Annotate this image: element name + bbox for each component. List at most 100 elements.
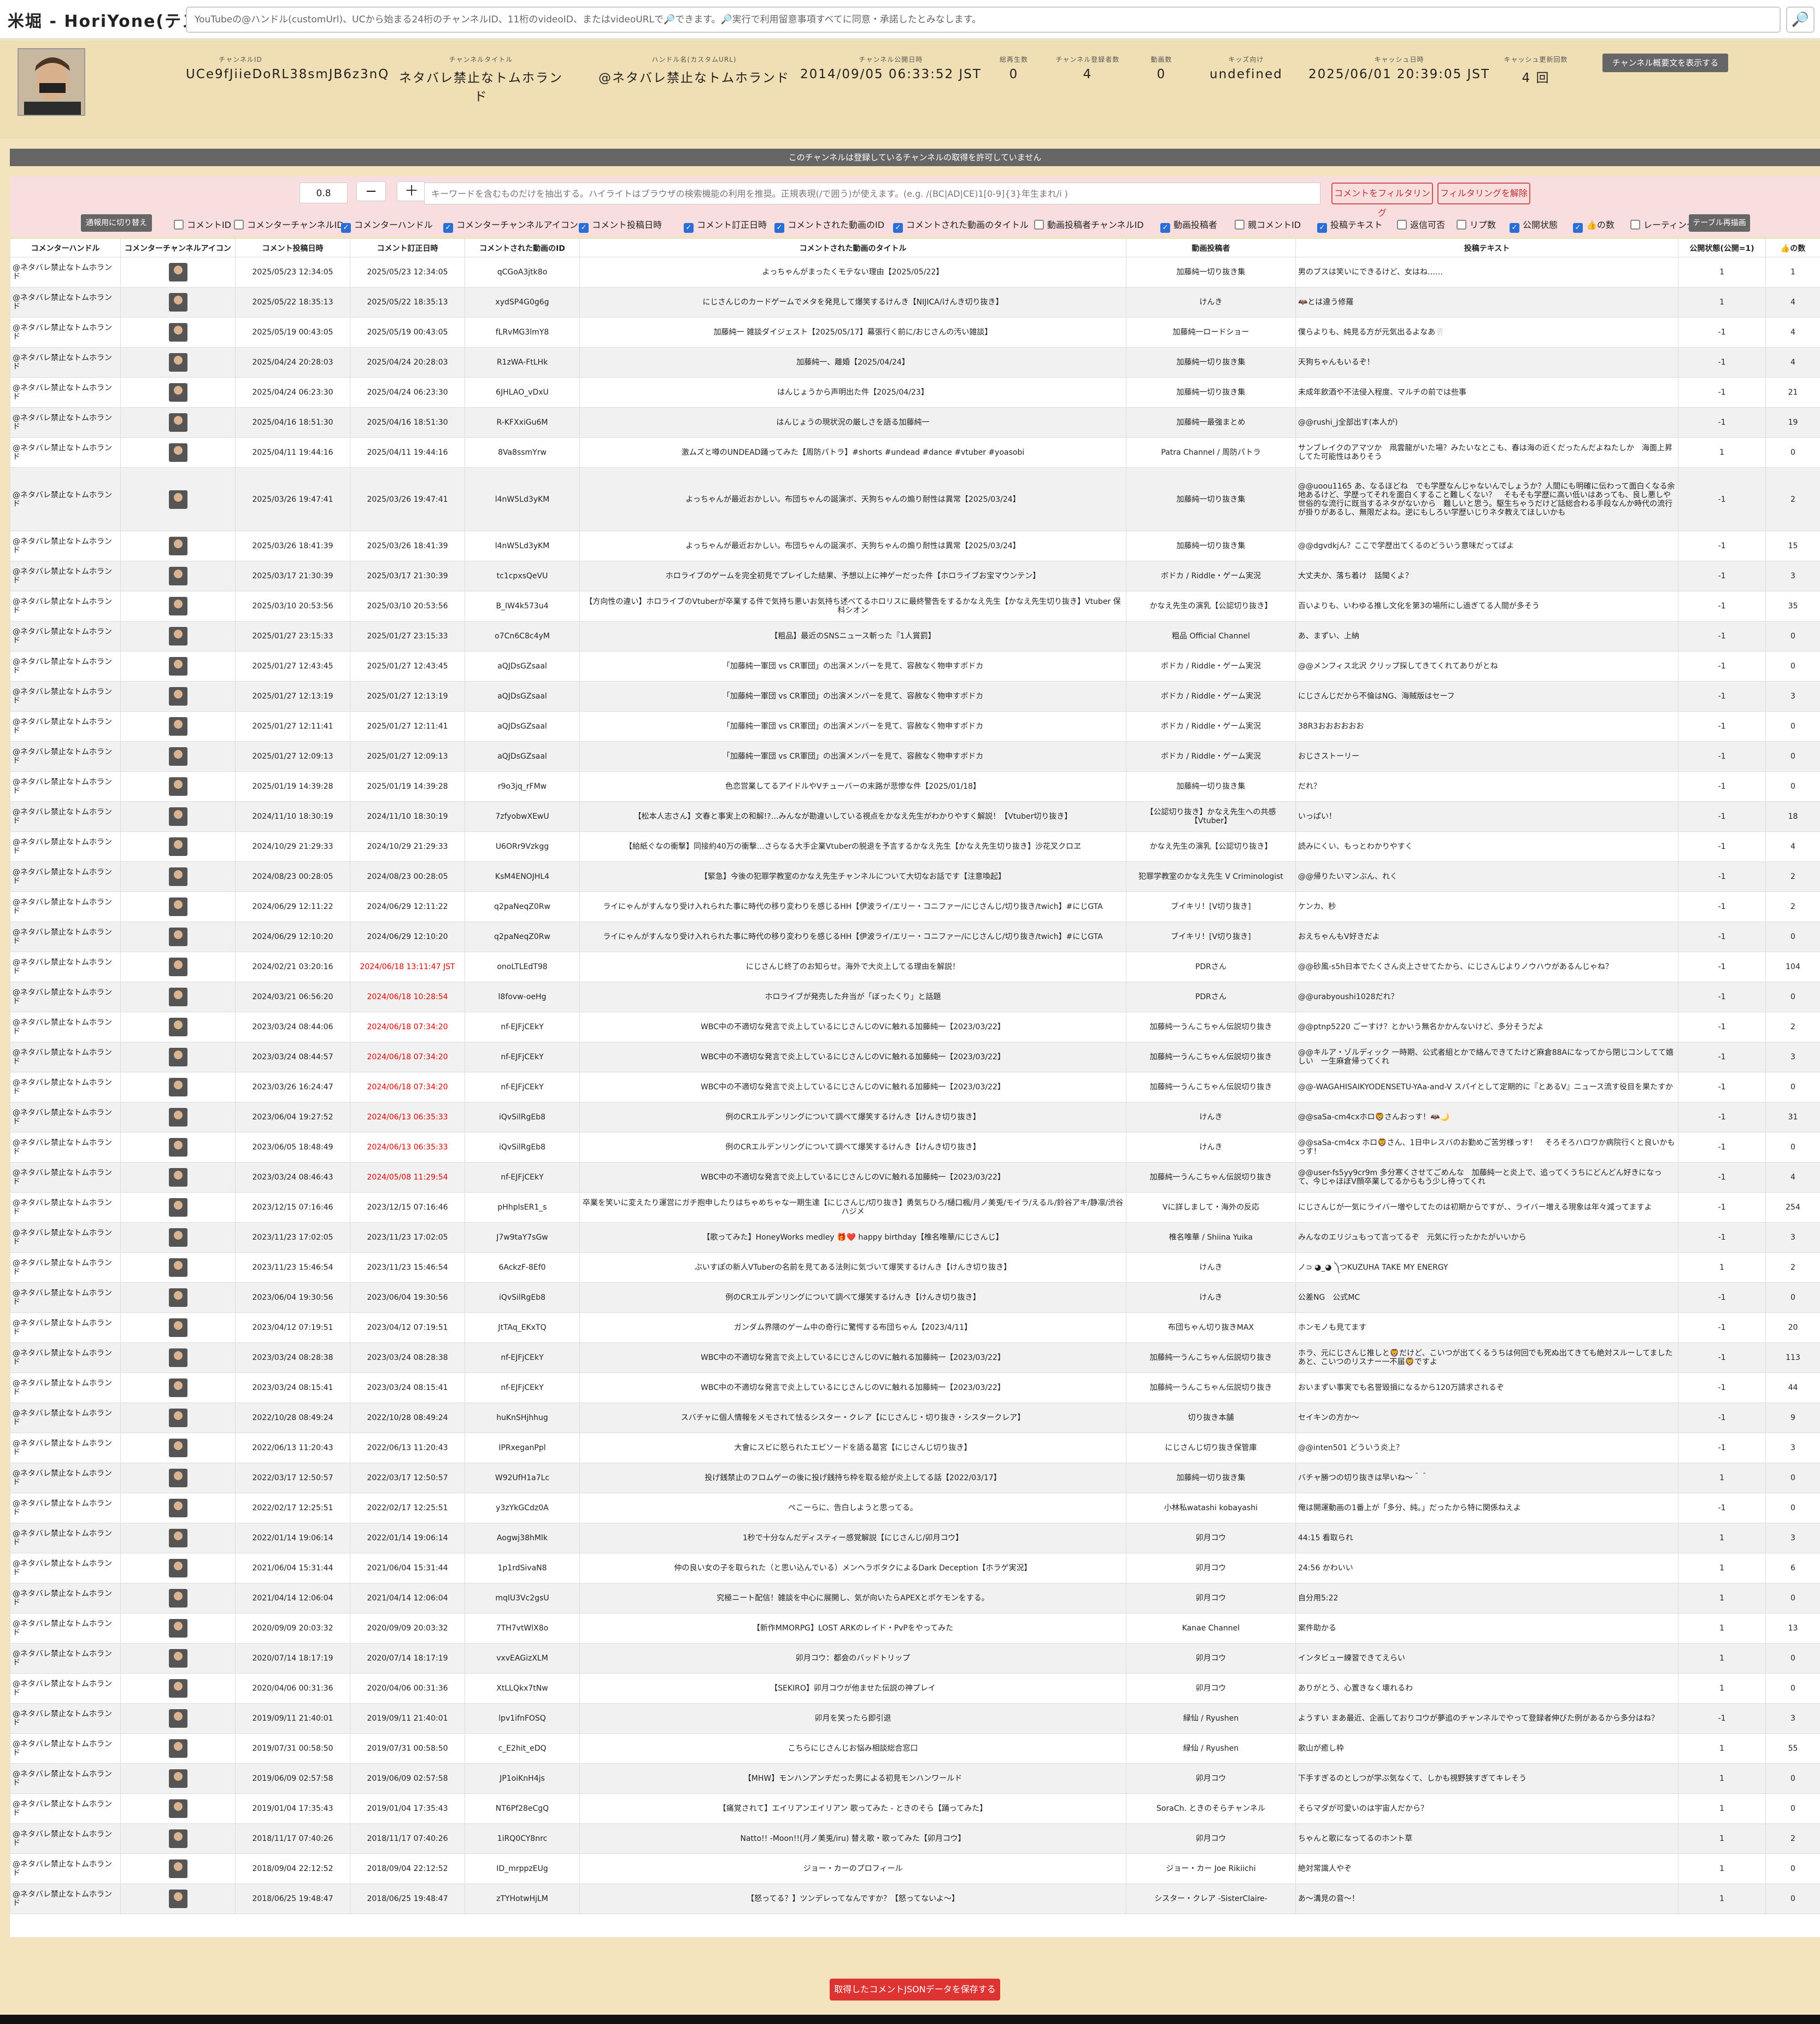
table-row[interactable]: @ネタバレ禁止なトムホランド 2025/01/27 23:15:33 2025/01… bbox=[10, 621, 1820, 652]
commenter-avatar-icon[interactable] bbox=[168, 1378, 187, 1397]
commenter-avatar-icon[interactable] bbox=[168, 1890, 187, 1908]
comment-table-wrap[interactable]: コメンターハンドル コメンターチャンネルアイコン コメント投稿日時 コメント訂正日時コ… bbox=[10, 238, 1820, 1937]
commenter-avatar-icon[interactable] bbox=[168, 490, 187, 509]
table-row[interactable]: @ネタバレ禁止なトムホランド 2023/06/04 19:30:56 2023/06… bbox=[10, 1282, 1820, 1313]
commenter-avatar-icon[interactable] bbox=[168, 537, 187, 555]
commenter-avatar-icon[interactable] bbox=[168, 657, 187, 676]
commenter-avatar-icon[interactable] bbox=[168, 807, 187, 826]
checkbox-empty-icon[interactable] bbox=[1457, 220, 1466, 230]
table-row[interactable]: @ネタバレ禁止なトムホランド 2025/03/17 21:30:39 2025/03… bbox=[10, 561, 1820, 591]
column-toggle-checkbox[interactable]: コメントID bbox=[174, 218, 231, 231]
table-row[interactable]: @ネタバレ禁止なトムホランド 2018/09/04 22:12:52 2018/09… bbox=[10, 1853, 1820, 1884]
column-toggle-checkbox[interactable]: 動画投稿者チャンネルID bbox=[1034, 218, 1144, 231]
checkbox-checked-icon[interactable]: ✓ bbox=[1510, 223, 1519, 233]
checkbox-checked-icon[interactable]: ✓ bbox=[443, 223, 453, 233]
commenter-avatar-icon[interactable] bbox=[168, 627, 187, 646]
commenter-avatar-icon[interactable] bbox=[168, 1288, 187, 1307]
table-row[interactable]: @ネタバレ禁止なトムホランド 2022/10/28 08:49:24 2022/10… bbox=[10, 1403, 1820, 1433]
checkbox-empty-icon[interactable] bbox=[174, 220, 184, 230]
table-row[interactable]: @ネタバレ禁止なトムホランド 2025/04/11 19:44:16 2025/04… bbox=[10, 437, 1820, 468]
commenter-avatar-icon[interactable] bbox=[168, 777, 187, 796]
table-row[interactable]: @ネタバレ禁止なトムホランド 2023/03/26 16:24:47 2024/06… bbox=[10, 1072, 1820, 1102]
table-row[interactable]: @ネタバレ禁止なトムホランド 2023/06/04 19:27:52 2024/06… bbox=[10, 1102, 1820, 1133]
commenter-avatar-icon[interactable] bbox=[168, 383, 187, 402]
table-row[interactable]: @ネタバレ禁止なトムホランド 2025/01/27 12:13:19 2025/01… bbox=[10, 681, 1820, 712]
column-toggle-checkbox[interactable]: ✓ 👍の数 bbox=[1573, 218, 1614, 233]
table-row[interactable]: @ネタバレ禁止なトムホランド 2022/01/14 19:06:14 2022/01… bbox=[10, 1523, 1820, 1553]
column-toggle-checkbox[interactable]: ✓ コメンターハンドル bbox=[341, 218, 433, 233]
table-row[interactable]: @ネタバレ禁止なトムホランド 2025/01/27 12:11:41 2025/01… bbox=[10, 711, 1820, 742]
column-header[interactable]: 投稿テキスト bbox=[1295, 238, 1678, 257]
commenter-avatar-icon[interactable] bbox=[168, 1529, 187, 1547]
table-row[interactable]: @ネタバレ禁止なトムホランド 2018/11/17 07:40:26 2018/11… bbox=[10, 1823, 1820, 1854]
commenter-avatar-icon[interactable] bbox=[168, 1018, 187, 1036]
column-toggle-checkbox[interactable]: リプ数 bbox=[1457, 218, 1496, 231]
commenter-avatar-icon[interactable] bbox=[168, 1108, 187, 1127]
table-row[interactable]: @ネタバレ禁止なトムホランド 2025/04/16 18:51:30 2025/04… bbox=[10, 407, 1820, 438]
table-row[interactable]: @ネタバレ禁止なトムホランド 2021/04/14 12:06:04 2021/04… bbox=[10, 1583, 1820, 1614]
zoom-in-button[interactable]: ＋ bbox=[397, 181, 426, 201]
commenter-avatar-icon[interactable] bbox=[168, 1769, 187, 1788]
redraw-table-button[interactable]: テーブル再描画 bbox=[1689, 214, 1750, 232]
search-button[interactable]: 🔎 bbox=[1786, 7, 1815, 33]
commenter-avatar-icon[interactable] bbox=[168, 1348, 187, 1367]
commenter-avatar-icon[interactable] bbox=[168, 988, 187, 1006]
commenter-avatar-icon[interactable] bbox=[168, 1138, 187, 1157]
table-row[interactable]: @ネタバレ禁止なトムホランド 2023/04/12 07:19:51 2023/04… bbox=[10, 1312, 1820, 1343]
checkbox-checked-icon[interactable]: ✓ bbox=[1160, 223, 1170, 233]
table-row[interactable]: @ネタバレ禁止なトムホランド 2025/05/19 00:43:05 2025/05… bbox=[10, 317, 1820, 348]
table-row[interactable]: @ネタバレ禁止なトムホランド 2024/03/21 06:56:20 2024/06… bbox=[10, 982, 1820, 1012]
table-row[interactable]: @ネタバレ禁止なトムホランド 2020/07/14 18:17:19 2020/07… bbox=[10, 1643, 1820, 1674]
table-row[interactable]: @ネタバレ禁止なトムホランド 2024/02/21 03:20:16 2024/06… bbox=[10, 952, 1820, 982]
column-header[interactable]: 公開状態(公開=1) bbox=[1678, 238, 1766, 257]
table-row[interactable]: @ネタバレ禁止なトムホランド 2023/11/23 15:46:54 2023/11… bbox=[10, 1252, 1820, 1283]
commenter-avatar-icon[interactable] bbox=[168, 1859, 187, 1878]
zoom-input[interactable]: 0.8 bbox=[300, 183, 348, 203]
commenter-avatar-icon[interactable] bbox=[168, 1318, 187, 1337]
table-row[interactable]: @ネタバレ禁止なトムホランド 2021/06/04 15:31:44 2021/06… bbox=[10, 1553, 1820, 1583]
commenter-avatar-icon[interactable] bbox=[168, 747, 187, 766]
table-row[interactable]: @ネタバレ禁止なトムホランド 2024/06/29 12:11:22 2024/06… bbox=[10, 891, 1820, 922]
commenter-avatar-icon[interactable] bbox=[168, 928, 187, 946]
table-row[interactable]: @ネタバレ禁止なトムホランド 2023/12/15 07:16:46 2023/12… bbox=[10, 1192, 1820, 1223]
commenter-avatar-icon[interactable] bbox=[168, 597, 187, 615]
filter-button[interactable]: コメントをフィルタリング bbox=[1331, 183, 1433, 218]
table-row[interactable]: @ネタバレ禁止なトムホランド 2019/09/11 21:40:01 2019/09… bbox=[10, 1703, 1820, 1734]
commenter-avatar-icon[interactable] bbox=[168, 413, 187, 432]
table-row[interactable]: @ネタバレ禁止なトムホランド 2024/06/29 12:10:20 2024/06… bbox=[10, 922, 1820, 952]
commenter-avatar-icon[interactable] bbox=[168, 1198, 187, 1217]
table-row[interactable]: @ネタバレ禁止なトムホランド 2022/03/17 12:50:57 2022/03… bbox=[10, 1463, 1820, 1493]
column-header[interactable]: コメンターハンドル bbox=[10, 238, 121, 257]
commenter-avatar-icon[interactable] bbox=[168, 323, 187, 342]
commenter-avatar-icon[interactable] bbox=[168, 443, 187, 462]
table-row[interactable]: @ネタバレ禁止なトムホランド 2025/01/27 12:43:45 2025/01… bbox=[10, 651, 1820, 682]
column-header[interactable]: 👍の数 bbox=[1765, 238, 1820, 257]
commenter-avatar-icon[interactable] bbox=[168, 1619, 187, 1638]
commenter-avatar-icon[interactable] bbox=[168, 263, 187, 281]
table-row[interactable]: @ネタバレ禁止なトムホランド 2019/06/09 02:57:58 2019/06… bbox=[10, 1763, 1820, 1794]
commenter-avatar-icon[interactable] bbox=[168, 687, 187, 706]
column-header[interactable]: コメント訂正日時 bbox=[350, 238, 465, 257]
search-input[interactable]: YouTubeの@ハンドル(customUrl)、UCから始まる24桁のチャンネ… bbox=[186, 7, 1781, 33]
table-row[interactable]: @ネタバレ禁止なトムホランド 2023/03/24 08:44:57 2024/06… bbox=[10, 1042, 1820, 1072]
column-toggle-checkbox[interactable]: ✓ 動画投稿者 bbox=[1160, 218, 1217, 233]
table-row[interactable]: @ネタバレ禁止なトムホランド 2025/05/22 18:35:13 2025/05… bbox=[10, 287, 1820, 318]
checkbox-checked-icon[interactable]: ✓ bbox=[774, 223, 784, 233]
table-row[interactable]: @ネタバレ禁止なトムホランド 2025/03/26 18:41:39 2025/03… bbox=[10, 531, 1820, 561]
column-header[interactable]: コメンターチャンネルアイコン bbox=[120, 238, 236, 257]
table-row[interactable]: @ネタバレ禁止なトムホランド 2025/03/26 19:47:41 2025/03… bbox=[10, 467, 1820, 531]
table-row[interactable]: @ネタバレ禁止なトムホランド 2025/04/24 06:23:30 2025/04… bbox=[10, 377, 1820, 408]
table-row[interactable]: @ネタバレ禁止なトムホランド 2025/01/27 12:09:13 2025/01… bbox=[10, 741, 1820, 772]
checkbox-checked-icon[interactable]: ✓ bbox=[1317, 223, 1327, 233]
column-toggle-checkbox[interactable]: ✓ 投稿テキスト bbox=[1317, 218, 1383, 233]
commenter-avatar-icon[interactable] bbox=[168, 1258, 187, 1277]
report-mode-button[interactable]: 通報用に切り替え bbox=[81, 214, 152, 232]
zoom-out-button[interactable]: − bbox=[356, 181, 386, 201]
checkbox-empty-icon[interactable] bbox=[234, 220, 244, 230]
show-description-button[interactable]: チャンネル概要文を表示する bbox=[1602, 54, 1728, 72]
table-row[interactable]: @ネタバレ禁止なトムホランド 2025/01/19 14:39:28 2025/01… bbox=[10, 771, 1820, 802]
commenter-avatar-icon[interactable] bbox=[168, 1469, 187, 1487]
commenter-avatar-icon[interactable] bbox=[168, 1649, 187, 1668]
commenter-avatar-icon[interactable] bbox=[168, 1499, 187, 1517]
table-row[interactable]: @ネタバレ禁止なトムホランド 2023/03/24 08:44:06 2024/06… bbox=[10, 1012, 1820, 1042]
